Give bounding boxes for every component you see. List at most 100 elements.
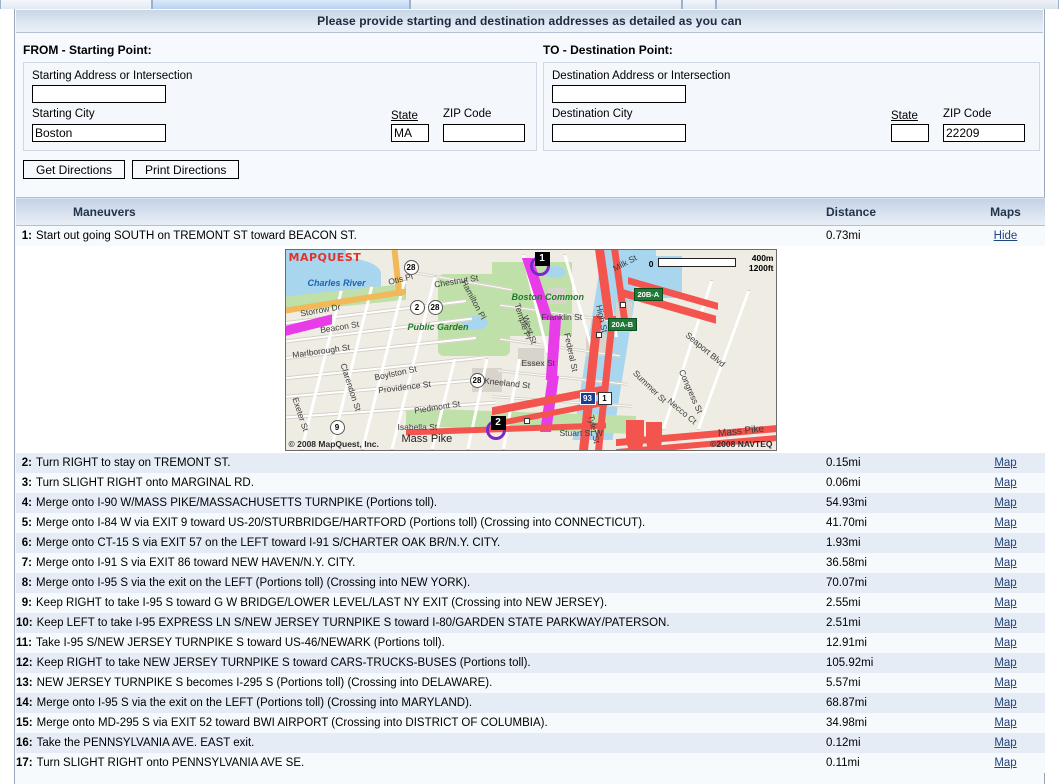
show-map-link[interactable]: Map bbox=[994, 457, 1016, 469]
end-marker-flag: 2 bbox=[490, 415, 506, 430]
table-header-row: Maneuvers Distance Maps bbox=[16, 197, 1045, 226]
label-mass-pike-left: Mass Pike bbox=[401, 432, 453, 445]
maneuver-cell: 17: Turn SLIGHT RIGHT onto PENNSYLVANIA A… bbox=[16, 752, 826, 773]
scale-imperial: 1200ft bbox=[748, 262, 774, 273]
maneuver-text: Keep RIGHT to take I-95 S toward G W BRI… bbox=[36, 596, 608, 609]
from-city-label: Starting City bbox=[32, 108, 95, 120]
to-fieldset: Destination Address or Intersection Dest… bbox=[543, 62, 1040, 151]
maneuver-cell: 2: Turn RIGHT to stay on TREMONT ST. bbox=[16, 452, 826, 473]
show-map-link[interactable]: Map bbox=[994, 477, 1016, 489]
to-city-input[interactable] bbox=[552, 124, 686, 142]
from-state-input[interactable] bbox=[391, 124, 429, 142]
maneuver-cell: 4: Merge onto I-90 W/MASS PIKE/MASSACHUSE… bbox=[16, 492, 826, 513]
scale-zero: 0 bbox=[648, 258, 654, 269]
to-heading: TO - Destination Point: bbox=[543, 43, 673, 57]
show-map-link[interactable]: Map bbox=[994, 737, 1016, 749]
maneuver-number: 3: bbox=[21, 476, 32, 489]
to-address-input[interactable] bbox=[552, 85, 686, 103]
label-public-garden: Public Garden bbox=[407, 321, 469, 332]
distance-cell: 70.07mi bbox=[826, 572, 966, 593]
show-map-link[interactable]: Map bbox=[994, 677, 1016, 689]
form-columns: FROM - Starting Point: Starting Address … bbox=[23, 43, 1040, 151]
header-maneuvers: Maneuvers bbox=[16, 197, 826, 226]
show-map-link[interactable]: Map bbox=[994, 757, 1016, 769]
maneuver-cell: 3: Turn SLIGHT RIGHT onto MARGINAL RD. bbox=[16, 472, 826, 493]
distance-cell: 12.91mi bbox=[826, 632, 966, 653]
maneuver-number: 4: bbox=[21, 496, 32, 509]
form-buttons: Get Directions Print Directions bbox=[23, 160, 1036, 179]
map-link-cell: Map bbox=[966, 592, 1045, 613]
map-link-cell: Map bbox=[966, 532, 1045, 553]
distance-cell: 105.92mi bbox=[826, 652, 966, 673]
maneuver-number: 5: bbox=[21, 516, 32, 529]
directions-table-body: 1: Start out going SOUTH on TREMONT ST to… bbox=[16, 225, 1045, 773]
show-map-link[interactable]: Map bbox=[994, 497, 1016, 509]
table-row: 5: Merge onto I-84 W via EXIT 9 toward US… bbox=[16, 512, 1045, 533]
navteq-copyright: ©2008 NAVTEQ bbox=[710, 438, 773, 449]
show-map-link[interactable]: Map bbox=[994, 517, 1016, 529]
maneuver-text: Merge onto CT-15 S via EXIT 57 on the LE… bbox=[36, 536, 501, 549]
map-link-cell: Map bbox=[966, 632, 1045, 653]
map-link-cell: Map bbox=[966, 492, 1045, 513]
hide-map-link[interactable]: Hide bbox=[994, 230, 1018, 242]
to-state-label[interactable]: State bbox=[891, 110, 943, 122]
map-preview-row: MAPQUEST 0 400m 1200ft Charles River Pub… bbox=[16, 245, 1045, 453]
label-boston-common: Boston Common bbox=[511, 291, 585, 302]
mapquest-map-image[interactable]: MAPQUEST 0 400m 1200ft Charles River Pub… bbox=[284, 248, 777, 451]
maneuver-cell: 7: Merge onto I-91 S via EXIT 86 toward N… bbox=[16, 552, 826, 573]
map-link-cell: Map bbox=[966, 612, 1045, 633]
maneuver-cell: 14: Merge onto I-95 S via the exit on the… bbox=[16, 692, 826, 713]
from-address-input[interactable] bbox=[32, 85, 166, 103]
maneuver-cell: 16: Take the PENNSYLVANIA AVE. EAST exit. bbox=[16, 732, 826, 753]
show-map-link[interactable]: Map bbox=[994, 657, 1016, 669]
show-map-link[interactable]: Map bbox=[994, 717, 1016, 729]
show-map-link[interactable]: Map bbox=[994, 637, 1016, 649]
to-state-input[interactable] bbox=[891, 124, 929, 142]
show-map-link[interactable]: Map bbox=[994, 577, 1016, 589]
distance-cell: 34.98mi bbox=[826, 712, 966, 733]
map-link-cell: Map bbox=[966, 752, 1045, 773]
maneuver-text: NEW JERSEY TURNPIKE S becomes I-295 S (P… bbox=[36, 676, 493, 689]
maneuver-number: 12: bbox=[16, 656, 33, 669]
to-column: TO - Destination Point: Destination Addr… bbox=[543, 43, 1040, 151]
directions-table-head: Maneuvers Distance Maps bbox=[16, 197, 1045, 226]
maneuver-number: 6: bbox=[21, 536, 32, 549]
print-directions-button[interactable]: Print Directions bbox=[132, 160, 240, 179]
maneuver-number: 13: bbox=[16, 676, 33, 689]
maneuver-cell: 1: Start out going SOUTH on TREMONT ST to… bbox=[16, 225, 826, 246]
maneuver-text: Merge onto MD-295 S via EXIT 52 toward B… bbox=[36, 716, 548, 729]
browser-tab-2-active[interactable] bbox=[152, 0, 410, 9]
maneuver-text: Start out going SOUTH on TREMONT ST towa… bbox=[36, 229, 357, 242]
to-zip-input[interactable] bbox=[943, 124, 1025, 142]
map-link-cell: Map bbox=[966, 552, 1045, 573]
show-map-link[interactable]: Map bbox=[994, 617, 1016, 629]
show-map-link[interactable]: Map bbox=[994, 597, 1016, 609]
show-map-link[interactable]: Map bbox=[994, 697, 1016, 709]
show-map-link[interactable]: Map bbox=[994, 537, 1016, 549]
mapquest-copyright: © 2008 MapQuest, Inc. bbox=[288, 438, 379, 449]
maneuver-text: Turn RIGHT to stay on TREMONT ST. bbox=[36, 456, 231, 469]
distance-cell: 5.57mi bbox=[826, 672, 966, 693]
maneuver-number: 14: bbox=[16, 696, 33, 709]
from-state-label[interactable]: State bbox=[391, 110, 443, 122]
map-link-cell: Map bbox=[966, 452, 1045, 473]
table-row: 15: Merge onto MD-295 S via EXIT 52 towar… bbox=[16, 712, 1045, 733]
maneuver-number: 17: bbox=[16, 756, 33, 769]
maneuver-cell: 15: Merge onto MD-295 S via EXIT 52 towar… bbox=[16, 712, 826, 733]
browser-tab-3[interactable] bbox=[410, 0, 682, 9]
from-zip-input[interactable] bbox=[443, 124, 525, 142]
route-shield-9: 9 bbox=[329, 419, 345, 435]
map-link-cell: Map bbox=[966, 692, 1045, 713]
table-row: 9: Keep RIGHT to take I-95 S toward G W B… bbox=[16, 592, 1045, 613]
to-address-label: Destination Address or Intersection bbox=[552, 70, 731, 82]
map-link-cell: Map bbox=[966, 572, 1045, 593]
browser-tab-4[interactable] bbox=[682, 0, 716, 9]
browser-tab-5[interactable] bbox=[716, 0, 1059, 9]
browser-tab-1[interactable] bbox=[0, 0, 152, 9]
maneuver-cell: 10: Keep LEFT to take I-95 EXPRESS LN S/N… bbox=[16, 612, 826, 633]
route-shield-28-b: 28 bbox=[427, 299, 443, 315]
show-map-link[interactable]: Map bbox=[994, 557, 1016, 569]
from-city-input[interactable] bbox=[32, 124, 166, 142]
from-fieldset: Starting Address or Intersection Startin… bbox=[23, 62, 537, 151]
get-directions-button[interactable]: Get Directions bbox=[23, 160, 126, 179]
